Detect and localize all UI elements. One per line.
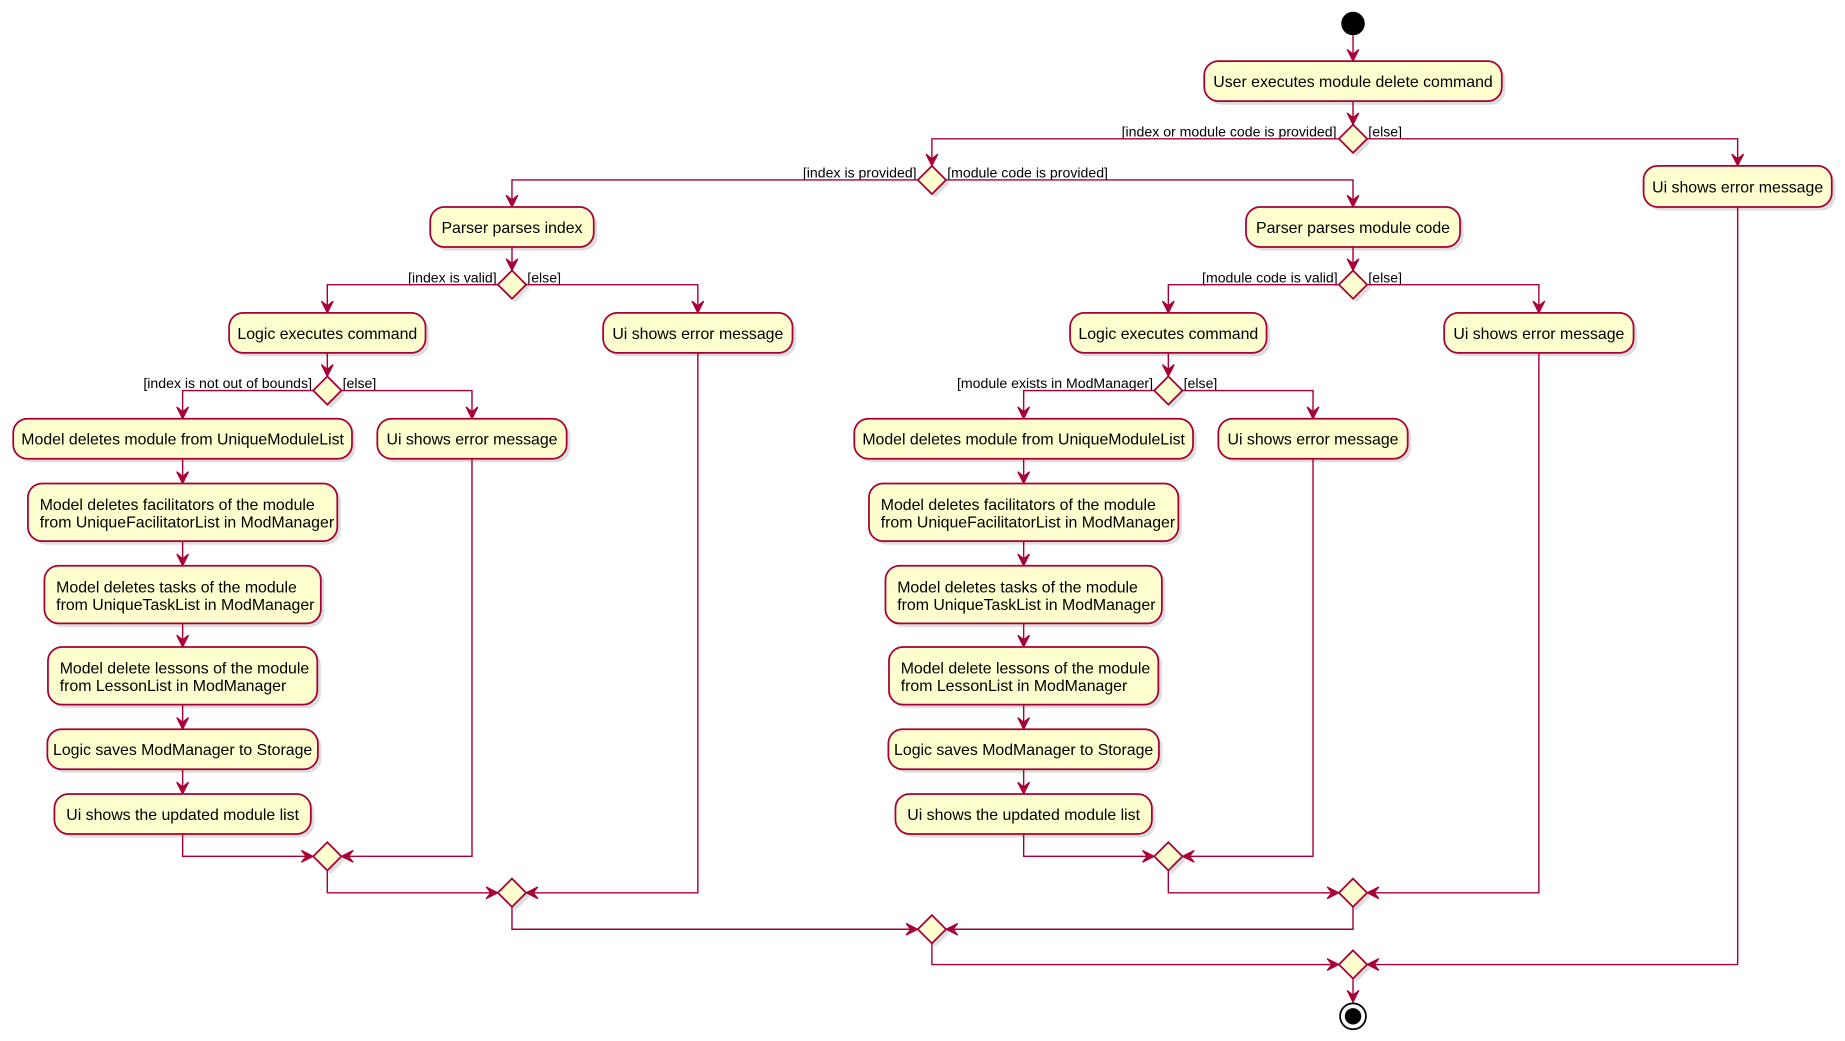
flow-edge [511,179,918,208]
guard-label: [module code is provided] [947,165,1108,181]
action-label: Ui shows error message [1652,179,1823,196]
action-label-line: Model deletes facilitators of the module [40,497,315,514]
activity-diagram: User executes module delete command [inde… [12,11,1836,1031]
action-label: Logic executes command [1078,326,1258,343]
right_branch-parse: Parser parses module code [1245,206,1464,251]
flow-edge [1167,283,1339,313]
flow-edge [1022,389,1155,419]
right_branch-delete-module: Model deletes module from UniqueModuleLi… [853,417,1197,463]
action-label-line: Model delete lessons of the module [60,660,310,677]
action-label: Logic executes command [237,326,417,343]
guard-label: [index is not out of bounds] [143,375,312,391]
guard-label: [index is provided] [803,165,917,181]
action-label: Model deletes module from UniqueModuleLi… [862,432,1185,449]
left_branch-error-invalid: Ui shows error message [602,312,797,357]
right_branch-save-storage: Logic saves ModManager to Storage [887,728,1163,773]
action-top-error: Ui shows error message [1642,164,1836,211]
action-label: Ui shows error message [1228,432,1399,449]
end-node-inner [1344,1008,1362,1025]
action-label-line: Model deletes tasks of the module [56,579,297,596]
flow-edge [341,389,473,419]
flow-edge [181,389,314,419]
flow-edge [1367,138,1739,166]
guard-label: [else] [1368,123,1402,139]
action-label-line: Model deletes facilitators of the module [881,497,1156,514]
action-label: Logic saves ModManager to Storage [894,742,1153,759]
guard-label: [else] [527,269,561,285]
right_branch-ui-update: Ui shows the updated module list [894,793,1156,838]
action-label: Ui shows error message [1453,326,1624,343]
flow-edge [326,283,498,313]
action-label-line: from UniqueTaskList in ModManager [897,597,1156,614]
flow-edge [326,870,498,894]
guard-label: [index is valid] [408,269,497,285]
action-label: User executes module delete command [1213,74,1492,91]
flow-edge [511,906,918,930]
flow-edge [946,179,1354,208]
action-label: Logic saves ModManager to Storage [53,742,312,759]
start-node [1341,11,1365,36]
left_branch-ui-update: Ui shows the updated module list [53,793,315,838]
flow-edge [931,943,1339,966]
left_branch-logic-executes: Logic executes command [228,312,430,357]
right_branch-error-not-found: Ui shows error message [1217,417,1412,463]
left_branch-save-storage: Logic saves ModManager to Storage [46,728,322,773]
flow-edge [1167,870,1339,894]
right_branch-error-invalid: Ui shows error message [1443,312,1638,357]
flow-edge [1367,283,1540,313]
right_branch-delete-facilitators: Model deletes facilitators of the module… [868,482,1182,545]
guard-label: [else] [343,375,377,391]
left_branch-parse: Parser parses index [429,206,598,251]
action-label: Model deletes module from UniqueModuleLi… [21,432,344,449]
guard-label: [index or module code is provided] [1122,123,1337,139]
flow-edge [931,138,1339,166]
right_branch-logic-executes: Logic executes command [1069,312,1271,357]
guard-label: [module code is valid] [1202,269,1338,285]
left_branch-delete-lessons: Model delete lessons of the modulefrom L… [47,646,321,709]
left_branch-delete-module: Model deletes module from UniqueModuleLi… [12,417,356,463]
action-label-line: from LessonList in ModManager [901,678,1128,695]
action-label-line: from LessonList in ModManager [60,678,287,695]
right_branch-delete-lessons: Model delete lessons of the modulefrom L… [888,646,1162,709]
action-label-line: Model deletes tasks of the module [897,579,1138,596]
action-label: Ui shows the updated module list [66,807,299,824]
action-label-line: from UniqueFacilitatorList in ModManager [40,515,335,532]
flow-edge [946,906,1354,930]
action-label-line: from UniqueTaskList in ModManager [56,597,315,614]
guard-label: [else] [1368,269,1402,285]
action-label-line: from UniqueFacilitatorList in ModManager [881,515,1176,532]
right_branch-delete-tasks: Model deletes tasks of the modulefrom Un… [884,564,1166,627]
flow-edge [526,283,699,313]
flow-edge [341,458,473,858]
guard-label: [module exists in ModManager] [957,375,1153,391]
action-label: Ui shows error message [386,432,557,449]
flow-edge [1182,458,1314,858]
action-label: Ui shows error message [612,326,783,343]
left_branch-delete-facilitators: Model deletes facilitators of the module… [27,482,341,545]
action-label: Parser parses index [441,220,582,237]
action-label: Ui shows the updated module list [907,807,1140,824]
guard-label: [else] [1184,375,1218,391]
action-label-line: Model delete lessons of the module [901,660,1151,677]
left_branch-error-not-found: Ui shows error message [376,417,571,463]
flow-edge [1182,389,1314,419]
action-label: Parser parses module code [1256,220,1450,237]
left_branch-delete-tasks: Model deletes tasks of the modulefrom Un… [43,564,325,627]
action-user-executes-delete: User executes module delete command [1203,60,1506,105]
